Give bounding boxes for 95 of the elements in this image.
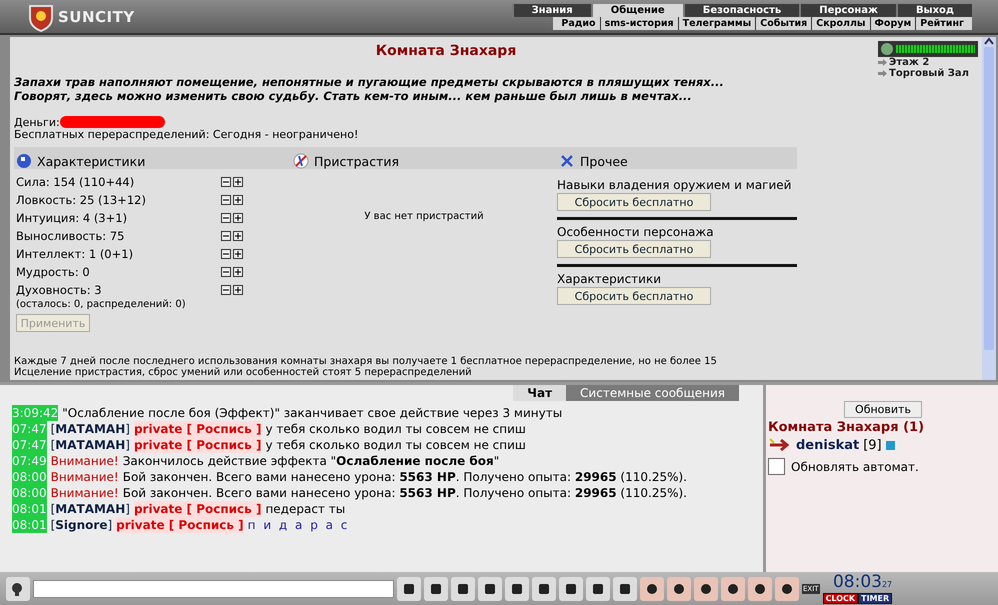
- location-link[interactable]: Торговый Зал: [889, 68, 969, 79]
- message-time: 3:09:42: [12, 405, 58, 421]
- stat-text: Ловкость: 25 (13+12): [16, 193, 147, 207]
- plus-button[interactable]: [233, 213, 243, 223]
- minus-button[interactable]: [221, 249, 231, 259]
- chat-tab[interactable]: Чат: [513, 385, 566, 401]
- private-tag[interactable]: private [ Роспись ]: [134, 437, 262, 453]
- clock-time: 08:03: [832, 572, 882, 592]
- scrollbar[interactable]: [982, 37, 996, 380]
- message-text: Бой закончен. Всего вами нанесено урона: 5563 HP. Получено опыта: 29965 (110.25%).: [122, 469, 687, 485]
- clock-seconds: 27: [882, 580, 892, 588]
- note-text: Исцеление пристрастия, сброс умений или особенностей стоят 5 перераспределений: [14, 367, 473, 378]
- warning-label: Внимание!: [50, 453, 119, 469]
- location-link[interactable]: Этаж 2: [889, 57, 930, 68]
- message-text: Бой закончен. Всего вами нанесено урона: 5563 HP. Получено опыта: 29965 (110.25%).: [122, 485, 687, 501]
- stat-text: Интеллект: 1 (0+1): [16, 247, 134, 261]
- minus-button[interactable]: [221, 213, 231, 223]
- sender-name[interactable]: [МАТАМАН]: [50, 421, 130, 437]
- reset-button[interactable]: Сбросить бесплатно: [557, 287, 711, 305]
- user-name[interactable]: deniskat: [796, 438, 860, 452]
- message-text: "Ослабление после боя (Эффект)" заканчивает свое действие через 3 минуты: [62, 405, 562, 421]
- clock-tab[interactable]: TIMER: [858, 592, 892, 604]
- info-icon[interactable]: [886, 440, 895, 450]
- message-time: 08:01: [12, 517, 47, 533]
- message-input[interactable]: [33, 580, 394, 598]
- plus-button[interactable]: [233, 285, 243, 295]
- message-time: 08:01: [12, 501, 47, 517]
- message-text: педераст ты: [265, 501, 346, 517]
- menu-tab[interactable]: Общение: [590, 4, 683, 17]
- section-header: Пристрастия: [314, 154, 400, 169]
- sender-name[interactable]: [Signore]: [50, 517, 112, 533]
- crossed-swords-icon: [559, 153, 575, 169]
- stat-text: Выносливость: 75: [16, 229, 126, 243]
- plus-button[interactable]: [233, 267, 243, 277]
- note-text: Каждые 7 дней после последнего использования комнаты знахаря вы получаете 1 бесплатное перераспределение, но не более 15: [14, 356, 718, 367]
- message-time: 07:47: [12, 421, 47, 437]
- minus-button[interactable]: [221, 195, 231, 205]
- stat-text: Мудрость: 0: [16, 265, 91, 279]
- scroll-up-icon[interactable]: [984, 37, 994, 45]
- chat-tab[interactable]: Системные сообщения: [566, 385, 739, 401]
- menu-link[interactable]: Радио: [557, 17, 600, 30]
- minus-button[interactable]: [221, 267, 231, 277]
- reset-label: Характеристики: [557, 272, 662, 286]
- room-online-title: Комната Знахаря (1): [768, 420, 926, 435]
- money-label: Деньги:: [14, 116, 60, 128]
- menu-link[interactable]: Рейтинг: [915, 17, 968, 30]
- menu-link[interactable]: Скроллы: [811, 17, 870, 30]
- remaining-text: (осталось: 0, распределений: 0): [15, 299, 187, 310]
- room-description: Запахи трав наполняют помещение, непонятные и пугающие предметы скрываются в пляшущих тенях...: [14, 75, 725, 89]
- minus-button[interactable]: [221, 177, 231, 187]
- message-text: у тебя сколько водил ты совсем не спиш: [265, 437, 526, 453]
- message-time: 07:47: [12, 437, 47, 453]
- stat-text: Сила: 154 (110+44): [16, 175, 136, 189]
- logo-text: SUNCITY: [58, 8, 135, 26]
- refresh-button[interactable]: Обновить: [844, 401, 922, 418]
- section-header: Прочее: [580, 154, 628, 169]
- section-header: Характеристики: [37, 154, 146, 169]
- message-time: 08:00: [12, 469, 47, 485]
- room-title: Комната Знахаря: [374, 43, 518, 59]
- menu-link[interactable]: Телеграммы: [678, 17, 756, 30]
- menu-link[interactable]: sms-история: [600, 17, 678, 30]
- plus-button[interactable]: [233, 249, 243, 259]
- plus-button[interactable]: [233, 195, 243, 205]
- minus-button[interactable]: [221, 231, 231, 241]
- private-tag[interactable]: private [ Роспись ]: [134, 501, 262, 517]
- plus-button[interactable]: [233, 231, 243, 241]
- warning-label: Внимание!: [50, 485, 119, 501]
- user-level: [9]: [863, 438, 882, 452]
- checkbox-label: Обновлять автомат.: [791, 460, 919, 474]
- room-description: Говорят, здесь можно изменить свою судьбу. Стать кем-то иным... кем раньше был лишь в мечтах...: [14, 89, 693, 103]
- sender-name[interactable]: [МАТАМАН]: [50, 437, 130, 453]
- message-time: 07:49: [12, 453, 47, 469]
- stat-text: Интуиция: 4 (3+1): [16, 211, 128, 225]
- reset-label: Особенности персонажа: [557, 225, 715, 239]
- stat-text: Духовность: 3: [16, 283, 103, 297]
- warning-label: Внимание!: [50, 469, 119, 485]
- minus-button[interactable]: [221, 285, 231, 295]
- plus-button[interactable]: [233, 177, 243, 187]
- menu-link[interactable]: События: [755, 17, 812, 30]
- auto-refresh-checkbox[interactable]: [768, 458, 785, 475]
- private-tag[interactable]: private [ Роспись ]: [116, 517, 244, 533]
- sender-name[interactable]: [МАТАМАН]: [50, 501, 130, 517]
- reset-label: Навыки владения оружием и магией: [557, 178, 792, 192]
- arrow-icon: [768, 437, 792, 453]
- free-redistributions-text: Бесплатных перераспределений: Сегодня - неограничено!: [14, 128, 360, 141]
- message-time: 08:00: [12, 485, 47, 501]
- private-tag[interactable]: private [ Роспись ]: [134, 421, 262, 437]
- message-text: п и д а р а с: [248, 517, 350, 533]
- menu-link[interactable]: Форум: [870, 17, 916, 30]
- message-text: у тебя сколько водил ты совсем не спиш: [265, 421, 526, 437]
- reset-button[interactable]: Сбросить бесплатно: [557, 240, 711, 258]
- message-text: Закончилось действие эффекта "Ослабление после боя": [122, 453, 500, 469]
- reset-button[interactable]: Сбросить бесплатно: [557, 193, 711, 211]
- clock-tab[interactable]: CLOCK: [822, 592, 858, 604]
- empty-message: У вас нет пристрастий: [363, 211, 485, 222]
